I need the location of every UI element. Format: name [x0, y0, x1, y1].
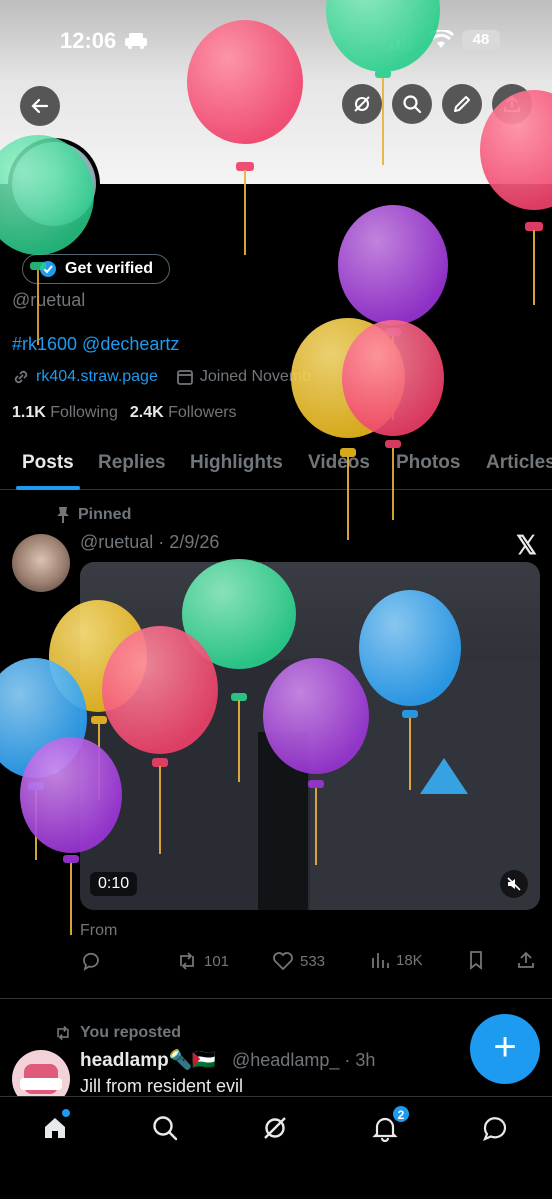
post-divider: [0, 998, 552, 999]
status-time: 12:06: [60, 28, 117, 53]
get-verified-button[interactable]: Get verified: [22, 254, 170, 284]
followers-stat[interactable]: 2.4K Followers: [130, 404, 237, 422]
post-avatar[interactable]: [12, 534, 70, 592]
reposted-label: You reposted: [80, 1024, 182, 1041]
calendar-icon: [176, 370, 193, 385]
follow-stats: 1.1K Following 2.4K Followers: [12, 404, 237, 422]
share-icon: [504, 95, 520, 112]
active-tab-indicator: [16, 486, 80, 490]
post-handle-date[interactable]: @ruetual · 2/9/26: [80, 532, 219, 553]
views-button[interactable]: 18K: [370, 950, 423, 970]
profile-website-link[interactable]: rk404.straw.page: [36, 368, 158, 386]
home-notification-dot: [62, 1109, 70, 1117]
post-author-name[interactable]: headlamp🔦🇵🇸: [80, 1048, 216, 1072]
wifi-icon: [428, 30, 454, 48]
pencil-icon: [454, 96, 470, 112]
compose-button[interactable]: +: [470, 1014, 540, 1084]
message-bubble-icon: [483, 1117, 507, 1142]
repost-icon: [57, 1025, 69, 1041]
grok-button[interactable]: [342, 84, 382, 124]
search-icon: [153, 1116, 178, 1141]
post-actions: 101 533 18K: [80, 950, 540, 978]
tab-replies[interactable]: Replies: [98, 452, 166, 474]
post-share-button[interactable]: [516, 950, 536, 970]
post-from-label: From: [80, 922, 118, 939]
repost-icon: [180, 952, 194, 970]
share-icon: [518, 951, 534, 968]
balloon-blue-2: [0, 658, 87, 860]
home-icon: [45, 1118, 65, 1138]
reply-button[interactable]: [80, 950, 102, 972]
video-duration: 0:10: [90, 872, 138, 896]
heart-icon: [273, 952, 293, 971]
nav-grok[interactable]: [258, 1111, 292, 1145]
tab-highlights[interactable]: Highlights: [190, 452, 283, 474]
tab-videos[interactable]: Videos: [308, 452, 370, 474]
pinned-indicator: Pinned: [56, 506, 131, 524]
post-video[interactable]: 0:10: [80, 562, 540, 910]
views-chart-icon: [372, 953, 389, 968]
cellular-signal-icon: [390, 32, 412, 50]
verified-badge-icon: [40, 261, 56, 277]
profile-handle: @ruetual: [12, 290, 86, 310]
view-count: 18K: [396, 951, 423, 969]
search-icon: [403, 95, 422, 114]
like-button[interactable]: 533: [272, 950, 325, 972]
balloon-yellow-1: [291, 318, 405, 540]
edit-button[interactable]: [442, 84, 482, 124]
get-verified-label: Get verified: [65, 260, 154, 277]
status-bar: 12:06 48: [0, 26, 552, 58]
bottom-nav: 2: [0, 1096, 552, 1199]
nav-notifications[interactable]: 2: [368, 1105, 410, 1145]
profile-meta: rk404.straw.page Joined Novemb: [12, 368, 311, 386]
nav-home[interactable]: [38, 1109, 72, 1145]
balloon-red-2: [342, 320, 444, 520]
pinned-label: Pinned: [78, 506, 132, 523]
followers-count: 2.4K: [129, 404, 164, 421]
nav-messages[interactable]: [478, 1111, 512, 1145]
driving-focus-icon: [125, 33, 147, 49]
following-label: Following: [50, 404, 118, 421]
followers-label: Followers: [168, 404, 237, 421]
speaker-muted-icon: [507, 877, 521, 891]
like-count: 533: [300, 952, 326, 970]
notifications-badge: 2: [392, 1105, 410, 1123]
repost-button[interactable]: 101: [176, 950, 229, 972]
video-frame-tie: [258, 732, 308, 910]
post-text: Jill from resident evil: [80, 1076, 244, 1096]
profile-avatar[interactable]: [8, 138, 100, 230]
share-button[interactable]: [492, 84, 532, 124]
profile-bio[interactable]: #rk1600 @decheartz: [12, 334, 179, 355]
battery-indicator: 48: [462, 30, 500, 50]
tab-posts[interactable]: Posts: [22, 452, 74, 474]
bookmark-button[interactable]: [466, 950, 486, 970]
grok-icon: [264, 1117, 286, 1139]
reply-icon: [83, 952, 99, 971]
tab-photos[interactable]: Photos: [396, 452, 460, 474]
balloon-purple-1: [338, 205, 448, 420]
grok-icon: [354, 96, 370, 112]
reposted-indicator: You reposted: [54, 1024, 181, 1042]
profile-joined: Joined Novemb: [199, 368, 312, 385]
mute-button[interactable]: [500, 870, 528, 898]
search-button[interactable]: [392, 84, 432, 124]
repost-count: 101: [204, 952, 230, 970]
link-icon: [14, 370, 28, 384]
video-frame-triangle: [420, 758, 468, 794]
bookmark-icon: [470, 951, 482, 970]
x-logo-icon: 𝕏: [516, 530, 537, 560]
nav-search[interactable]: [148, 1111, 182, 1145]
following-stat[interactable]: 1.1K Following: [12, 404, 118, 422]
back-button[interactable]: [20, 86, 60, 126]
arrow-left-icon: [31, 98, 49, 114]
profile-tabs: Posts Replies Highlights Videos Photos A…: [0, 446, 552, 490]
tab-articles[interactable]: Articles: [486, 452, 552, 474]
following-count: 1.1K: [12, 404, 46, 421]
pin-icon: [57, 507, 69, 523]
post-handle-time[interactable]: @headlamp_ · 3h: [232, 1050, 375, 1071]
